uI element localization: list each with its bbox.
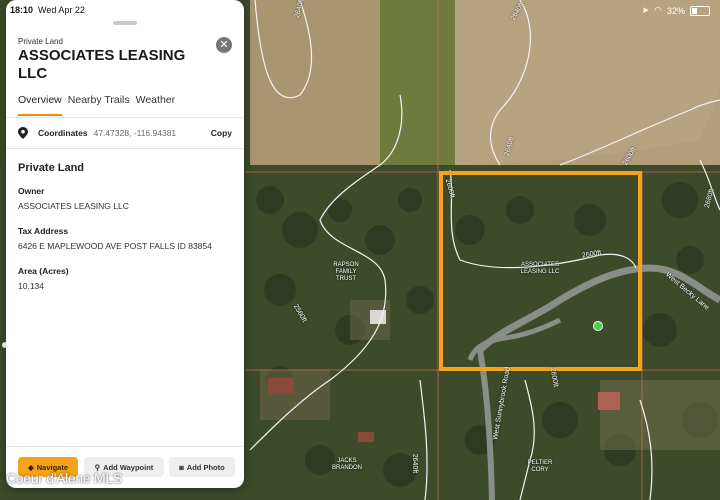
section-title: Private Land [18, 162, 85, 174]
add-photo-label: Add Photo [186, 462, 225, 472]
building [358, 432, 374, 442]
parcel-title: ASSOCIATES LEASING LLC [18, 47, 186, 82]
coordinates-value: 47.47328, -116.94381 [93, 128, 177, 138]
close-icon: ✕ [219, 39, 229, 51]
coordinates-row: Coordinates 47.47328, -116.94381 Copy [18, 127, 232, 139]
building [268, 378, 294, 394]
battery-icon [690, 5, 710, 16]
land-type-label: Private Land [18, 37, 63, 46]
parcel-owner-label: JACKS BRANDON [331, 458, 362, 471]
copy-button[interactable]: Copy [211, 128, 232, 138]
status-date: Wed Apr 22 [38, 5, 85, 15]
location-arrow-icon: ➤ [641, 5, 650, 15]
parcel-owner-label: RAPSON FAMILY TRUST [333, 262, 359, 282]
close-button[interactable]: ✕ [216, 37, 232, 53]
field-green [380, 0, 460, 165]
building [598, 392, 620, 410]
parcel-owner-label: PELTIER CORY [527, 460, 553, 473]
tab-nearby-trails[interactable]: Nearby Trails [68, 94, 130, 116]
parcel-label: ASSOCIATES LEASING LLC [520, 262, 560, 275]
owner-value: ASSOCIATES LEASING LLC [18, 201, 129, 211]
map-pin-icon [18, 127, 28, 139]
drag-handle[interactable] [113, 21, 137, 25]
add-photo-button[interactable]: ◙ Add Photo [169, 457, 235, 477]
tax-address-value: 6426 E MAPLEWOOD AVE POST FALLS ID 83854 [18, 241, 212, 251]
tab-bar: Overview Nearby Trails Weather [18, 94, 175, 116]
owner-label: Owner [18, 186, 45, 196]
status-right: ➤ ◠ 32% [642, 5, 710, 16]
tax-address-label: Tax Address [18, 226, 69, 236]
area-value: 10.134 [18, 281, 44, 291]
area-label: Area (Acres) [18, 266, 69, 276]
status-bar: 18:10 Wed Apr 22 ➤ ◠ 32% [0, 0, 720, 20]
divider [6, 117, 244, 118]
camera-icon: ◙ [179, 462, 184, 472]
tab-weather[interactable]: Weather [136, 94, 176, 116]
status-time: 18:10 [10, 5, 34, 15]
location-dot [593, 321, 603, 331]
contour-label: 2640ft [411, 453, 419, 474]
mls-watermark: Coeur d'Alene MLS [6, 470, 122, 486]
wifi-icon: ◠ [654, 5, 662, 15]
battery-percent: 32% [666, 5, 685, 16]
divider [6, 148, 244, 149]
coordinates-label: Coordinates [38, 128, 88, 138]
tab-overview[interactable]: Overview [18, 94, 62, 116]
info-panel: Private Land ASSOCIATES LEASING LLC ✕ Ov… [6, 0, 244, 488]
